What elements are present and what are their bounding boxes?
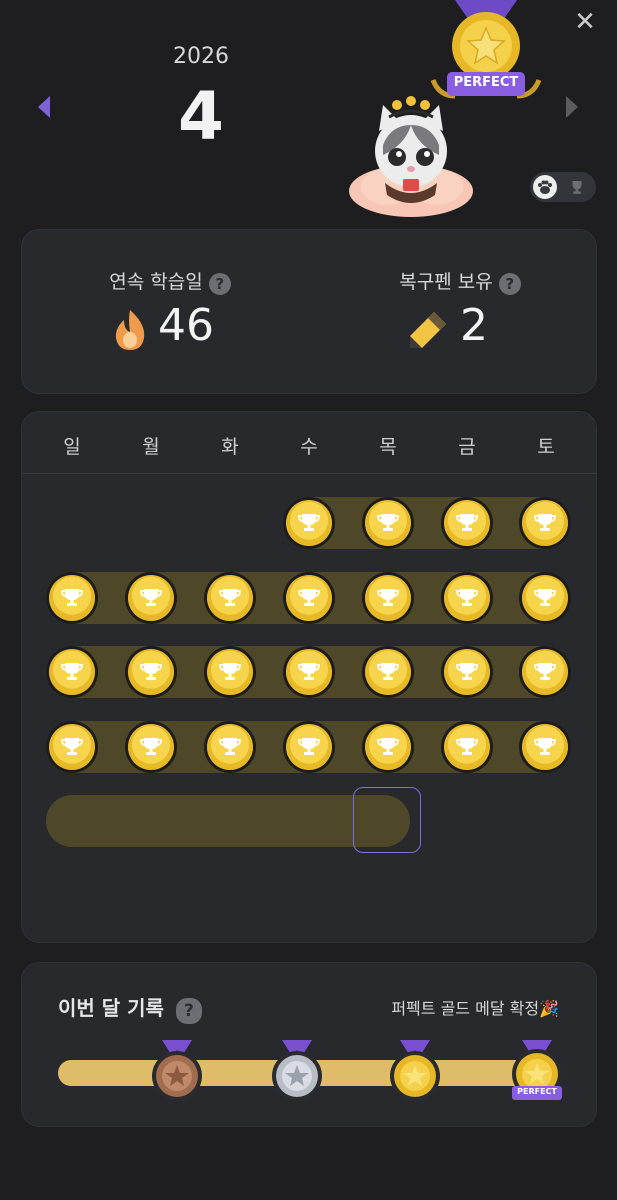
- flame-icon: [115, 310, 145, 350]
- trophy-icon: [534, 589, 556, 606]
- weekday-thu: 목: [379, 436, 397, 458]
- trophy-icon: [534, 738, 556, 755]
- prev-month-button[interactable]: [34, 92, 54, 122]
- day-trophy-medal[interactable]: [365, 500, 411, 546]
- day-trophy-medal[interactable]: [444, 575, 490, 621]
- perfect-label: PERFECT: [453, 75, 519, 90]
- trophy-icon: [219, 738, 241, 755]
- day-trophy-medal[interactable]: [49, 575, 95, 621]
- day-trophy-medal[interactable]: [286, 724, 332, 770]
- record-title-row: 이번 달 기록?: [58, 992, 202, 1024]
- day-trophy-medal[interactable]: [365, 575, 411, 621]
- weekday-tue: 화: [221, 436, 239, 458]
- trophy-icon: [377, 663, 399, 680]
- day-trophy-medal[interactable]: [286, 575, 332, 621]
- weekday-wed: 수: [300, 436, 318, 458]
- day-trophy-medal[interactable]: [365, 724, 411, 770]
- trophy-icon: [219, 663, 241, 680]
- day-trophy-medal[interactable]: [207, 724, 253, 770]
- trophy-icon: [298, 589, 320, 606]
- pen-label: 복구펜 보유: [399, 271, 493, 293]
- pen-value: 2: [460, 300, 488, 351]
- trophy-icon: [298, 663, 320, 680]
- day-trophy-medal[interactable]: [207, 575, 253, 621]
- day-trophy-medal[interactable]: [522, 649, 568, 695]
- paw-icon[interactable]: [533, 175, 557, 199]
- day-trophy-medal[interactable]: [128, 724, 174, 770]
- trophy-icon: [298, 738, 320, 755]
- cat-mascot-icon: [349, 96, 473, 217]
- year-label: 2026: [173, 44, 229, 69]
- record-status: 퍼펙트 골드 메달 확정🎉: [391, 999, 559, 1018]
- trophy-icon: [377, 589, 399, 606]
- weekday-sun: 일: [63, 436, 81, 458]
- silver-medal-icon: [272, 1040, 322, 1101]
- day-trophy-medal[interactable]: [444, 649, 490, 695]
- weekday-mon: 월: [142, 436, 160, 458]
- gold-medal-icon: [390, 1040, 440, 1101]
- recovery-pen-icon: [410, 312, 446, 348]
- help-icon[interactable]: ?: [498, 272, 521, 295]
- day-trophy-medal[interactable]: [286, 500, 332, 546]
- trophy-icon: [140, 663, 162, 680]
- day-trophy-medal[interactable]: [522, 500, 568, 546]
- day-trophy-medal[interactable]: [286, 649, 332, 695]
- record-title: 이번 달 기록: [58, 996, 164, 1020]
- trophy-icon: [61, 738, 83, 755]
- trophy-icon: [456, 738, 478, 755]
- today-highlight: [353, 787, 421, 853]
- calendar-divider: [22, 473, 596, 474]
- day-trophy-medal[interactable]: [444, 724, 490, 770]
- help-icon[interactable]: ?: [175, 997, 202, 1024]
- weekday-fri: 금: [458, 436, 476, 458]
- trophy-icon: [61, 663, 83, 680]
- close-button[interactable]: ✕: [571, 8, 599, 36]
- view-toggle[interactable]: [530, 172, 596, 202]
- trophy-icon: [456, 514, 478, 531]
- trophy-icon: [456, 663, 478, 680]
- day-trophy-medal[interactable]: [444, 500, 490, 546]
- day-trophy-medal[interactable]: [522, 575, 568, 621]
- day-trophy-medal[interactable]: [49, 724, 95, 770]
- day-trophy-medal[interactable]: [365, 649, 411, 695]
- trophy-icon: [377, 738, 399, 755]
- trophy-icon: [377, 514, 399, 531]
- day-trophy-medal[interactable]: [522, 724, 568, 770]
- streak-label-row: 연속 학습일?: [90, 267, 250, 295]
- day-trophy-medal[interactable]: [49, 649, 95, 695]
- trophy-icon: [61, 589, 83, 606]
- day-trophy-medal[interactable]: [128, 649, 174, 695]
- month-label: 4: [178, 78, 224, 155]
- streak-value: 46: [158, 300, 214, 351]
- day-trophy-medal[interactable]: [207, 649, 253, 695]
- perfect-badge-label: PERFECT: [517, 1087, 557, 1096]
- bronze-medal-icon: [152, 1040, 202, 1101]
- trophy-icon: [140, 738, 162, 755]
- streak-label: 연속 학습일: [109, 271, 203, 293]
- trophy-icon: [534, 663, 556, 680]
- trophy-icon: [298, 514, 320, 531]
- trophy-icon: [140, 589, 162, 606]
- day-trophy-medal[interactable]: [128, 575, 174, 621]
- stats-card: [21, 229, 597, 394]
- trophy-icon: [534, 514, 556, 531]
- trophy-toggle-icon[interactable]: [568, 178, 586, 196]
- next-month-button[interactable]: [562, 92, 582, 122]
- help-icon[interactable]: ?: [208, 272, 231, 295]
- trophy-icon: [456, 589, 478, 606]
- pen-label-row: 복구펜 보유?: [380, 267, 540, 295]
- trophy-icon: [219, 589, 241, 606]
- perfect-gold-medal-icon: [512, 1040, 562, 1100]
- weekday-sat: 토: [537, 436, 555, 458]
